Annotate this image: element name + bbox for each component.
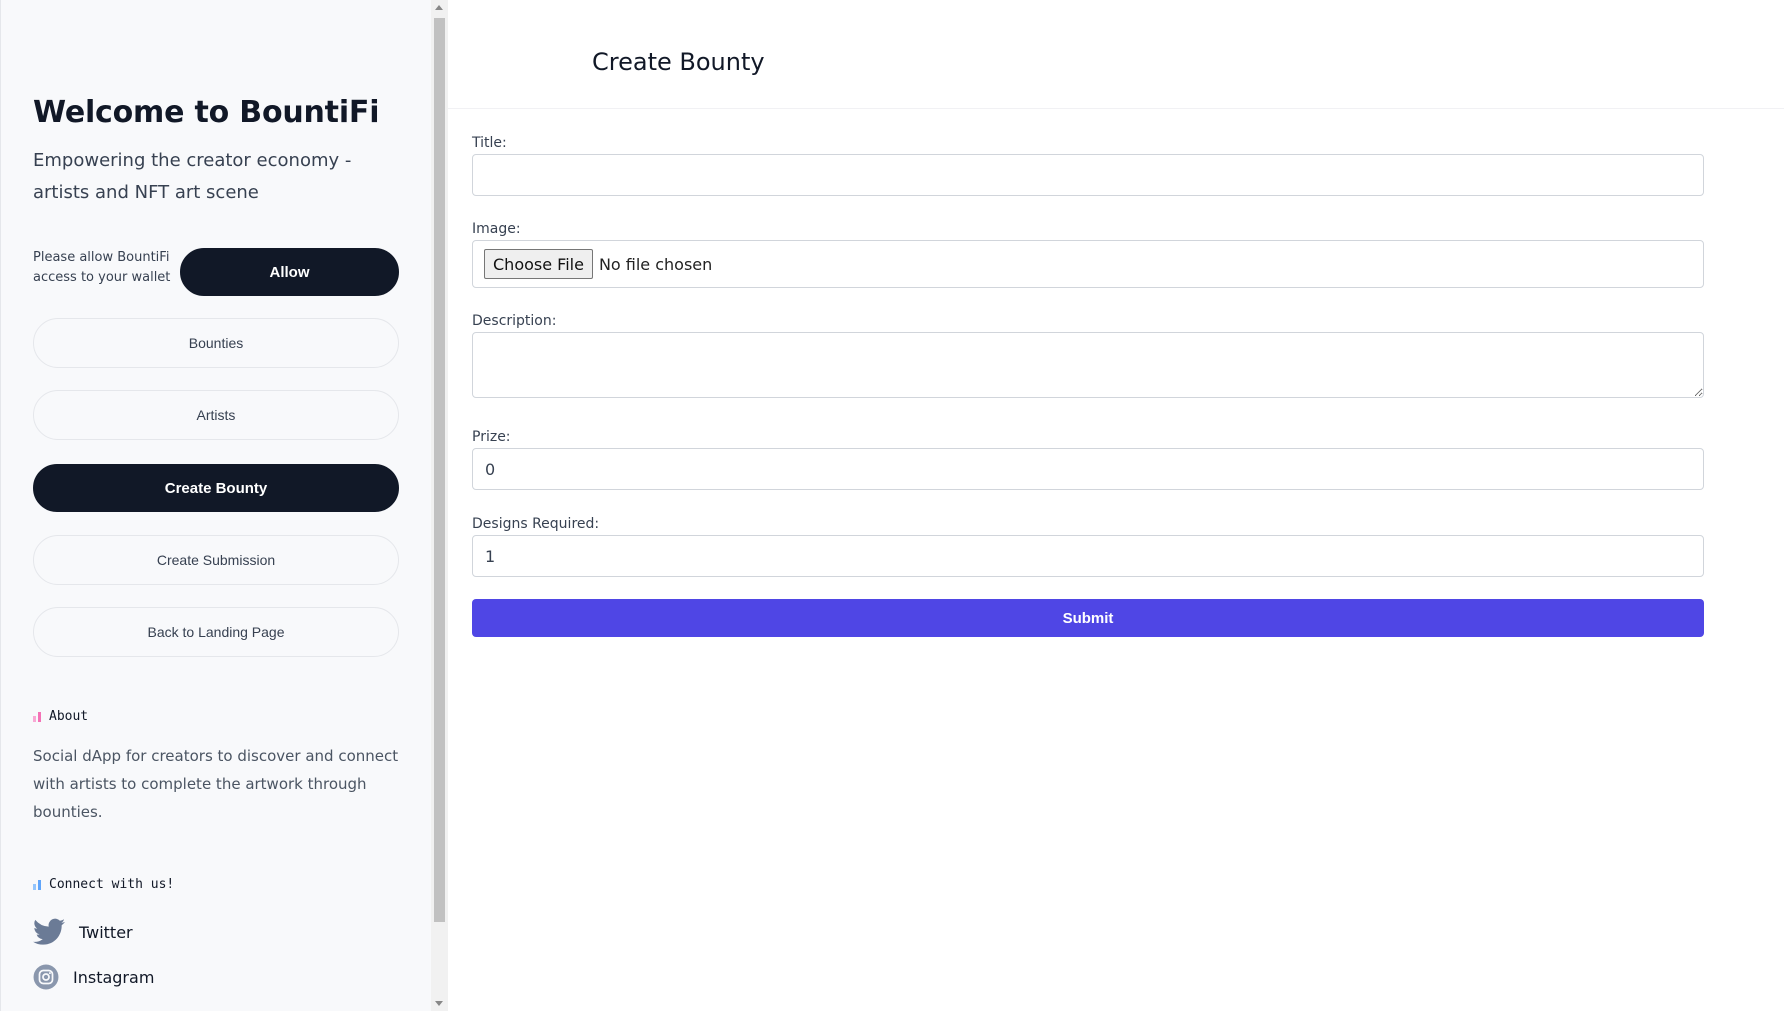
instagram-link[interactable]: Instagram [33, 964, 154, 990]
choose-file-button[interactable]: Choose File [484, 249, 593, 279]
title-label: Title: [472, 135, 507, 151]
allow-wallet-button[interactable]: Allow [180, 248, 399, 296]
nav-create-submission-button[interactable]: Create Submission [33, 535, 399, 585]
description-label: Description: [472, 313, 557, 329]
connect-heading: Connect with us! [33, 877, 174, 892]
tagline: Empowering the creator economy - artists… [33, 150, 352, 203]
file-status-text: No file chosen [598, 254, 713, 274]
about-text: Social dApp for creators to discover and… [33, 747, 399, 821]
nav-artists-button[interactable]: Artists [33, 390, 399, 440]
image-file-field: Choose File No file chosen [472, 240, 1704, 288]
nav-bounties-button[interactable]: Bounties [33, 318, 399, 368]
about-heading-label: About [49, 709, 89, 724]
designs-required-label: Designs Required: [472, 516, 600, 532]
prize-label: Prize: [472, 429, 511, 445]
about-heading: About [33, 709, 88, 724]
main-content: Create Bounty Title: Image: Choose File … [448, 0, 1784, 1011]
wallet-allow-prompt: Please allow BountiFi access to your wal… [33, 250, 171, 285]
bars-icon [33, 711, 41, 722]
page-header: Create Bounty [448, 0, 1784, 109]
twitter-icon [33, 918, 65, 946]
sidebar: Welcome to BountiFi Empowering the creat… [0, 0, 431, 1011]
sidebar-scrollbar[interactable] [431, 0, 448, 1011]
scroll-up-arrow-icon[interactable] [435, 5, 443, 10]
scrollbar-thumb[interactable] [434, 18, 445, 922]
nav-back-to-landing-button[interactable]: Back to Landing Page [33, 607, 399, 657]
twitter-link[interactable]: Twitter [33, 918, 133, 946]
prize-input[interactable] [472, 448, 1704, 490]
instagram-icon [33, 964, 59, 990]
instagram-label: Instagram [73, 967, 155, 987]
submit-button[interactable]: Submit [472, 599, 1704, 637]
nav-create-bounty-button[interactable]: Create Bounty [33, 464, 399, 512]
bars-icon [33, 879, 41, 890]
image-label: Image: [472, 221, 521, 237]
welcome-heading: Welcome to BountiFi [33, 95, 380, 130]
description-textarea[interactable] [472, 332, 1704, 398]
connect-heading-label: Connect with us! [49, 877, 175, 892]
title-input[interactable] [472, 154, 1704, 196]
twitter-label: Twitter [79, 922, 133, 942]
scroll-down-arrow-icon[interactable] [435, 1001, 443, 1006]
designs-required-input[interactable] [472, 535, 1704, 577]
page-title: Create Bounty [592, 48, 765, 76]
